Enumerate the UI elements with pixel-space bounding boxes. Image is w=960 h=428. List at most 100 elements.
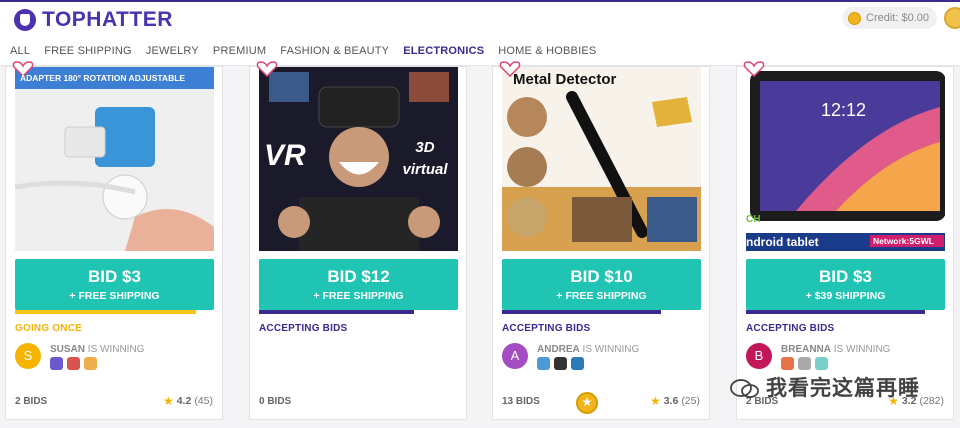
badge-icon xyxy=(67,357,80,370)
progress-fill xyxy=(746,310,926,314)
bid-button[interactable]: BID $3 + FREE SHIPPING xyxy=(15,259,214,310)
badge-list xyxy=(50,357,101,370)
review-count: (45) xyxy=(194,395,213,407)
image-ch: CH xyxy=(746,214,761,225)
star-icon: ★ xyxy=(649,394,661,408)
logo-text: TOPHATTER xyxy=(42,8,173,31)
coin-icon[interactable]: ★ xyxy=(576,392,598,414)
progress-fill xyxy=(259,310,415,314)
product-image[interactable] xyxy=(15,67,214,251)
winner-suffix: IS WINNING xyxy=(579,344,640,355)
tophat-icon xyxy=(14,9,36,31)
auction-status: GOING ONCE xyxy=(15,323,83,334)
winner-info: B BREANNA IS WINNING xyxy=(746,343,945,373)
badge-icon xyxy=(554,357,567,370)
winner-text: SUSAN IS WINNING xyxy=(50,344,144,355)
bid-count: 0 BIDS xyxy=(259,396,292,407)
shipping-label: + FREE SHIPPING xyxy=(69,290,160,302)
credit-button[interactable]: Credit: $0.00 xyxy=(842,7,937,29)
nav-item-all[interactable]: ALL xyxy=(10,45,30,57)
shipping-label: + FREE SHIPPING xyxy=(556,290,647,302)
bid-amount: BID $3 xyxy=(819,267,872,286)
progress-bar xyxy=(259,310,458,314)
nav-item-home-hobbies[interactable]: HOME & HOBBIES xyxy=(498,45,596,57)
winner-info: S SUSAN IS WINNING xyxy=(15,343,214,373)
winner-name[interactable]: SUSAN xyxy=(50,344,85,355)
rating-value: 3.6 xyxy=(663,395,679,407)
nav-item-fashion-beauty[interactable]: FASHION & BEAUTY xyxy=(280,45,389,57)
image-time: 12:12 xyxy=(821,100,867,120)
winner-text: ANDREA IS WINNING xyxy=(537,344,639,355)
nav-item-jewelry[interactable]: JEWELRY xyxy=(146,45,199,57)
badge-icon xyxy=(84,357,97,370)
image-caption-3d: 3D virtual xyxy=(402,139,448,178)
watermark-text: 我看完这篇再睡 xyxy=(766,377,920,400)
winner-name[interactable]: ANDREA xyxy=(537,344,580,355)
badge-icon xyxy=(815,357,828,370)
badge-icon xyxy=(798,357,811,370)
shipping-label: + $39 SHIPPING xyxy=(805,290,886,302)
wechat-icon xyxy=(730,379,759,399)
auction-status: ACCEPTING BIDS xyxy=(259,323,348,334)
avatar[interactable]: S xyxy=(15,343,41,369)
nav-item-electronics[interactable]: ELECTRONICS xyxy=(403,45,484,57)
review-count: (282) xyxy=(919,395,944,407)
image-caption-vr: VR xyxy=(264,139,306,172)
auction-status: ACCEPTING BIDS xyxy=(746,323,835,334)
bid-amount: BID $10 xyxy=(570,267,633,286)
logo[interactable]: TOPHATTER xyxy=(14,8,173,32)
top-bar: TOPHATTER Credit: $0.00 xyxy=(0,0,960,36)
user-avatar[interactable] xyxy=(944,7,960,29)
heart-icon[interactable] xyxy=(499,61,521,77)
rating: ★ 3.6 (25) xyxy=(650,394,700,408)
badge-icon xyxy=(571,357,584,370)
product-card[interactable]: 12:12 CH ndroid tablet Network:5GWL BID … xyxy=(736,61,954,420)
avatar[interactable]: B xyxy=(746,343,772,369)
bid-button[interactable]: BID $10 + FREE SHIPPING xyxy=(502,259,701,310)
heart-icon[interactable] xyxy=(743,61,765,77)
rating-value: 4.2 xyxy=(176,395,192,407)
progress-bar xyxy=(15,310,214,314)
image-caption-net: Network:5GWL xyxy=(873,236,934,246)
shipping-label: + FREE SHIPPING xyxy=(313,290,404,302)
image-caption: Metal Detector xyxy=(513,71,617,88)
nav-item-free-shipping[interactable]: FREE SHIPPING xyxy=(44,45,132,57)
badge-icon xyxy=(50,357,63,370)
progress-fill xyxy=(502,310,662,314)
bid-count: 13 BIDS xyxy=(502,396,540,407)
credit-label: Credit: $0.00 xyxy=(866,12,929,24)
image-caption: ADAPTER 180° ROTATION ADJUSTABLE xyxy=(20,73,186,83)
badge-icon xyxy=(781,357,794,370)
winner-suffix: IS WINNING xyxy=(85,344,145,355)
bid-button[interactable]: BID $12 + FREE SHIPPING xyxy=(259,259,458,310)
badge-list xyxy=(537,357,588,370)
badge-icon xyxy=(537,357,550,370)
product-image[interactable] xyxy=(746,67,945,251)
product-image[interactable] xyxy=(502,67,701,251)
image-caption-bottom: ndroid tablet xyxy=(746,235,819,249)
progress-fill xyxy=(15,310,197,314)
coin-icon xyxy=(848,11,861,25)
product-card[interactable]: ADAPTER 180° ROTATION ADJUSTABLE BID $3 … xyxy=(5,61,223,420)
winner-name[interactable]: BREANNA xyxy=(781,344,831,355)
badge-list xyxy=(781,357,832,370)
heart-icon[interactable] xyxy=(256,61,278,77)
progress-bar xyxy=(502,310,701,314)
bid-button[interactable]: BID $3 + $39 SHIPPING xyxy=(746,259,945,310)
category-nav: ALL FREE SHIPPING JEWELRY PREMIUM FASHIO… xyxy=(0,36,960,66)
nav-item-premium[interactable]: PREMIUM xyxy=(213,45,266,57)
winner-info: A ANDREA IS WINNING xyxy=(502,343,701,373)
watermark: 我看完这篇再睡 xyxy=(730,372,920,402)
bid-amount: BID $12 xyxy=(327,267,390,286)
star-icon: ★ xyxy=(162,394,174,408)
bid-count: 2 BIDS xyxy=(15,396,48,407)
rating: ★ 4.2 (45) xyxy=(163,394,213,408)
winner-suffix: IS WINNING xyxy=(831,344,891,355)
winner-text: BREANNA IS WINNING xyxy=(781,344,890,355)
bid-amount: BID $3 xyxy=(88,267,141,286)
progress-bar xyxy=(746,310,945,314)
avatar[interactable]: A xyxy=(502,343,528,369)
product-card[interactable]: Metal Detector BID $10 + FREE SHIPPING A… xyxy=(492,61,710,420)
review-count: (25) xyxy=(681,395,700,407)
product-card[interactable]: VR 3D virtual BID $12 + FREE SHIPPING AC… xyxy=(249,61,467,420)
